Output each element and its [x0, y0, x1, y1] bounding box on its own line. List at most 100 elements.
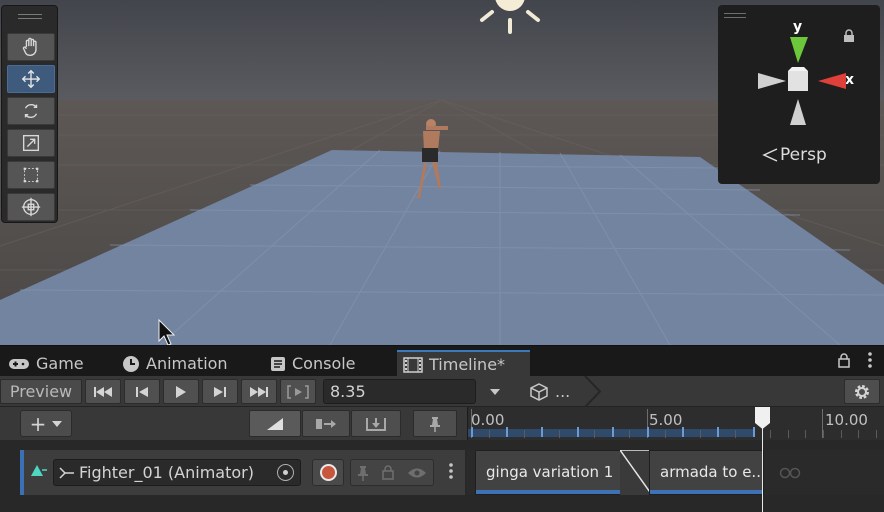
preview-button[interactable]: Preview	[0, 379, 82, 404]
chevron-down-icon	[490, 388, 500, 395]
skip-start-icon	[94, 386, 112, 397]
ruler-tick	[682, 427, 685, 437]
ruler-label: 0.00	[471, 411, 505, 429]
ruler-tick	[559, 430, 560, 438]
ruler-tick	[735, 430, 736, 438]
tab-label: Console	[292, 354, 356, 373]
time-ruler[interactable]: 0.00 5.00 10.00	[467, 407, 884, 440]
timeline-settings-button[interactable]	[844, 379, 880, 404]
clip-label: armada to e..	[660, 463, 761, 481]
ruler-tick	[523, 430, 525, 438]
lock-icon[interactable]	[382, 465, 394, 480]
object-picker-icon[interactable]	[277, 464, 294, 481]
orientation-gizmo[interactable]: y x Persp	[718, 5, 880, 184]
transform-tool-button[interactable]	[7, 193, 55, 221]
tab-timeline[interactable]: Timeline*	[397, 350, 530, 377]
ruler-label: 10.00	[825, 411, 868, 429]
projection-toggle[interactable]: Persp	[762, 145, 827, 165]
play-button[interactable]	[163, 379, 199, 404]
rect-tool-button[interactable]	[7, 161, 55, 189]
playhead-handle[interactable]	[755, 407, 770, 429]
axis-cones[interactable]	[754, 35, 854, 135]
perspective-icon	[762, 148, 778, 162]
pin-button[interactable]	[413, 410, 457, 437]
ripple-mode-button[interactable]	[302, 410, 350, 437]
track-binding-label: Fighter_01 (Animator)	[79, 463, 254, 482]
ruler-tick	[471, 427, 473, 437]
time-format-dropdown[interactable]	[480, 379, 510, 404]
scale-icon	[22, 134, 40, 152]
play-range-button[interactable]	[280, 379, 316, 404]
animation-clip[interactable]: ginga variation 1	[475, 450, 625, 495]
projection-label: Persp	[780, 145, 827, 165]
tab-game[interactable]: Game	[2, 350, 90, 377]
ruler-tick	[717, 427, 720, 437]
next-frame-button[interactable]	[202, 379, 238, 404]
track-binding-field[interactable]: Fighter_01 (Animator)	[53, 459, 301, 486]
clip-blend-region[interactable]	[620, 450, 652, 495]
scale-tool-button[interactable]	[7, 129, 55, 157]
kebab-menu-icon[interactable]	[449, 463, 453, 479]
tab-label: Game	[36, 354, 84, 373]
ruler-tick	[594, 430, 596, 438]
tab-label: Animation	[146, 354, 228, 373]
gear-icon	[855, 384, 869, 399]
animator-icon	[59, 466, 74, 479]
ruler-tick	[805, 430, 807, 438]
kebab-menu-icon[interactable]	[868, 352, 872, 368]
ruler-tick	[664, 430, 666, 438]
play-range-icon	[287, 384, 309, 399]
clip-edit-mode-button[interactable]	[249, 410, 301, 437]
rotate-icon	[24, 103, 38, 119]
replace-icon	[366, 417, 386, 431]
record-button[interactable]	[312, 459, 344, 486]
pin-icon	[430, 416, 440, 432]
animation-clip[interactable]: armada to e..	[649, 450, 764, 495]
axis-y-label: y	[793, 19, 803, 35]
replace-mode-button[interactable]	[351, 410, 401, 437]
ruler-tick	[611, 427, 614, 437]
ruler-tick	[823, 430, 824, 438]
drag-handle[interactable]	[18, 14, 42, 19]
ruler-tick	[541, 427, 544, 437]
timeline-track-area: Fighter_01 (Animator) ginga variation 1 …	[0, 440, 884, 512]
animation-track-header[interactable]: Fighter_01 (Animator)	[20, 450, 465, 495]
clock-icon	[123, 355, 139, 372]
clip-label: ginga variation 1	[486, 463, 614, 481]
rotate-tool-button[interactable]	[7, 97, 55, 125]
goto-start-button[interactable]	[85, 379, 121, 404]
goto-end-button[interactable]	[241, 379, 277, 404]
timeline-toolbar: Preview 8.35 ...	[0, 376, 884, 407]
track-clip-lane[interactable]: ginga variation 1 armada to e..	[467, 450, 884, 495]
previous-frame-button[interactable]	[124, 379, 160, 404]
move-tool-button[interactable]	[7, 65, 55, 93]
ruler-tick	[699, 430, 701, 438]
drag-handle[interactable]	[724, 13, 746, 18]
move-icon	[21, 69, 41, 89]
lock-icon[interactable]	[838, 352, 850, 368]
tab-label: Timeline*	[429, 355, 506, 374]
eye-icon[interactable]	[407, 467, 427, 479]
transform-icon	[21, 197, 41, 217]
scene-view[interactable]: y x Persp	[0, 0, 884, 345]
ruler-tick	[875, 430, 877, 438]
record-icon	[319, 464, 337, 481]
tab-animation[interactable]: Animation	[116, 350, 234, 377]
step-back-icon	[136, 386, 148, 397]
current-time-field[interactable]: 8.35	[323, 379, 476, 404]
chevron-down-icon	[52, 420, 63, 427]
hand-icon	[22, 37, 37, 56]
play-icon	[176, 385, 186, 398]
ripple-icon	[316, 418, 336, 429]
ruler-tick	[858, 430, 860, 438]
add-track-button[interactable]: +	[20, 410, 72, 437]
tab-console[interactable]: Console	[264, 350, 362, 377]
step-forward-icon	[214, 386, 226, 397]
gamepad-icon	[9, 358, 29, 369]
mouse-cursor-icon	[158, 319, 176, 345]
hand-tool-button[interactable]	[7, 33, 55, 61]
breadcrumb-arrow	[584, 376, 602, 407]
scene-tools-panel	[1, 5, 58, 223]
pin-icon[interactable]	[357, 465, 369, 481]
ruler-tick	[647, 427, 649, 437]
